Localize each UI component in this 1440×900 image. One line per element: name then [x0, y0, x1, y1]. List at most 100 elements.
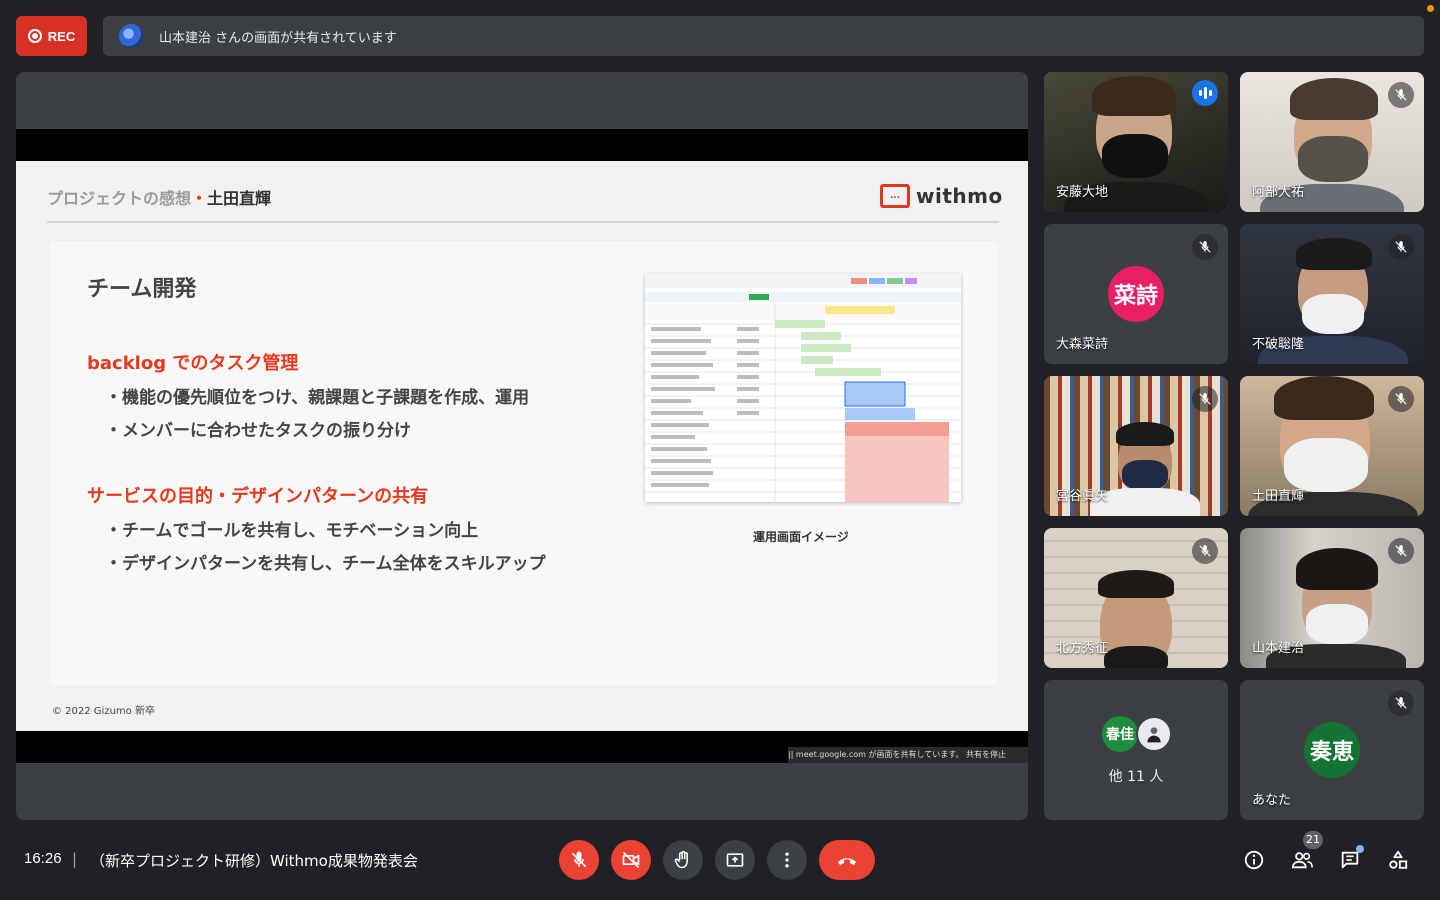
mic-off-icon	[571, 851, 587, 868]
participant-tile-self[interactable]: 奏恵 あなた	[1240, 680, 1424, 820]
participant-hair	[1092, 76, 1176, 116]
participant-tile-2[interactable]: 阿部大祐	[1240, 72, 1424, 212]
mic-off-icon	[1388, 234, 1414, 260]
participant-name: 不破聡隆	[1252, 337, 1305, 352]
participant-tile-1[interactable]: 安藤大地	[1044, 72, 1228, 212]
mic-off-icon	[1388, 538, 1414, 564]
camera-off-icon	[622, 851, 640, 869]
share-banner-text: 山本建治 さんの画面が共有されています	[159, 30, 397, 46]
people-count-badge: 21	[1303, 831, 1323, 849]
participant-tile-6[interactable]: 土田直輝	[1240, 376, 1424, 516]
chat-unread-dot	[1356, 845, 1364, 853]
people-button[interactable]	[1290, 848, 1314, 872]
mic-off-icon	[1192, 234, 1218, 260]
letterbox-top	[16, 129, 1028, 161]
others-avatar-2	[1136, 716, 1172, 752]
gantt-graphic	[645, 274, 961, 502]
card-title: チーム開発	[87, 277, 197, 302]
microphone-toggle-button[interactable]	[559, 840, 599, 880]
participant-mask	[1102, 134, 1168, 178]
activities-icon	[1389, 850, 1408, 869]
slide-divider	[47, 221, 999, 223]
section2-title: サービスの目的・デザインパターンの共有	[87, 486, 429, 507]
slide-header-dot: ・	[191, 189, 208, 208]
participant-tile-others[interactable]: 春佳 他 11 人	[1044, 680, 1228, 820]
participant-name: 土田直輝	[1252, 489, 1305, 504]
participant-name: 山本建治	[1252, 641, 1305, 656]
meeting-title: （新卒プロジェクト研修）Withmo成果物発表会	[90, 852, 418, 870]
screen-share-tip: || meet.google.com が画面を共有しています。 共有を停止	[788, 747, 1028, 763]
screen-share-banner: 山本建治 さんの画面が共有されています	[103, 16, 1424, 56]
record-icon	[27, 29, 42, 43]
clock: 16:26	[24, 850, 62, 867]
presentation-stage[interactable]: プロジェクトの感想・土田直輝 ... withmo チーム開発 backlog …	[16, 72, 1028, 820]
others-avatar-1: 春佳	[1102, 716, 1138, 752]
participant-tile-5[interactable]: 宮谷眞矢	[1044, 376, 1228, 516]
participant-name: 阿部大祐	[1252, 185, 1305, 200]
participant-mask	[1284, 438, 1368, 492]
presenter-avatar	[119, 24, 143, 48]
present-screen-button[interactable]	[715, 840, 755, 880]
section1-bullet-2: ・メンバーに合わせたタスクの振り分け	[105, 421, 411, 441]
activities-button[interactable]	[1386, 848, 1410, 872]
section1-title: backlog でのタスク管理	[87, 353, 299, 374]
mic-off-icon	[1388, 82, 1414, 108]
bottom-separator: |	[72, 850, 78, 868]
self-avatar: 奏恵	[1304, 722, 1360, 778]
slide-header: プロジェクトの感想・土田直輝	[47, 185, 271, 209]
participant-avatar: 菜詩	[1108, 266, 1164, 322]
mic-off-icon	[1192, 386, 1218, 412]
participant-name: 北方秀征	[1056, 641, 1109, 656]
participant-tile-4[interactable]: 不破聡隆	[1240, 224, 1424, 364]
participant-mask	[1298, 136, 1368, 182]
raise-hand-button[interactable]	[663, 840, 703, 880]
withmo-logo: ... withmo	[880, 184, 1003, 208]
participant-hair	[1296, 548, 1378, 590]
participant-mask	[1306, 604, 1368, 644]
slide-copyright: © 2022 Gizumo 新卒	[52, 706, 155, 717]
others-count-label: 他 11 人	[1108, 769, 1164, 785]
logo-text: withmo	[916, 184, 1003, 208]
participant-hair	[1290, 78, 1378, 120]
notification-dot	[1427, 5, 1434, 12]
participant-name: 宮谷眞矢	[1056, 489, 1109, 504]
hang-up-icon	[838, 858, 856, 865]
participant-tile-3[interactable]: 菜詩 大森菜詩	[1044, 224, 1228, 364]
recording-indicator[interactable]: REC	[16, 16, 87, 56]
hand-icon	[674, 850, 688, 869]
participant-tile-7[interactable]: 北方秀征	[1044, 528, 1228, 668]
participant-mask	[1104, 646, 1168, 668]
section2-bullet-2: ・デザインパターンを共有し、チーム全体をスキルアップ	[105, 554, 546, 574]
people-icon	[1291, 852, 1313, 869]
more-options-button[interactable]	[767, 840, 807, 880]
logo-chat-icon: ...	[880, 184, 910, 208]
leave-call-button[interactable]	[819, 840, 875, 880]
participant-name: 安藤大地	[1056, 185, 1109, 200]
person-photo-icon	[1147, 727, 1161, 743]
mic-off-icon	[1388, 690, 1414, 716]
meeting-details-button[interactable]	[1242, 848, 1266, 872]
slide: プロジェクトの感想・土田直輝 ... withmo チーム開発 backlog …	[16, 161, 1028, 731]
participant-mask	[1302, 294, 1364, 334]
mic-off-icon	[1192, 538, 1218, 564]
slide-content-card: チーム開発 backlog でのタスク管理 ・機能の優先順位をつけ、親課題と子課…	[49, 241, 998, 685]
gantt-screenshot-image	[645, 274, 961, 502]
participant-hair	[1296, 238, 1372, 270]
slide-header-prefix: プロジェクトの感想	[47, 189, 192, 208]
participant-hair	[1274, 376, 1374, 420]
image-caption: 運用画面イメージ	[753, 530, 849, 544]
participant-mask	[1122, 460, 1168, 490]
more-vert-icon	[785, 852, 789, 868]
slide-header-name: 土田直輝	[207, 189, 272, 208]
mic-off-icon	[1388, 386, 1414, 412]
camera-toggle-button[interactable]	[611, 840, 651, 880]
participant-tile-8[interactable]: 山本建治	[1240, 528, 1424, 668]
participant-name: あなた	[1252, 793, 1292, 808]
participant-name: 大森菜詩	[1056, 337, 1109, 352]
speaking-indicator-icon	[1192, 80, 1218, 106]
present-icon	[726, 853, 744, 867]
info-icon	[1244, 850, 1264, 870]
participant-hair	[1098, 570, 1174, 598]
section2-bullet-1: ・チームでゴールを共有し、モチベーション向上	[105, 521, 479, 541]
section1-bullet-1: ・機能の優先順位をつけ、親課題と子課題を作成、運用	[105, 388, 530, 408]
